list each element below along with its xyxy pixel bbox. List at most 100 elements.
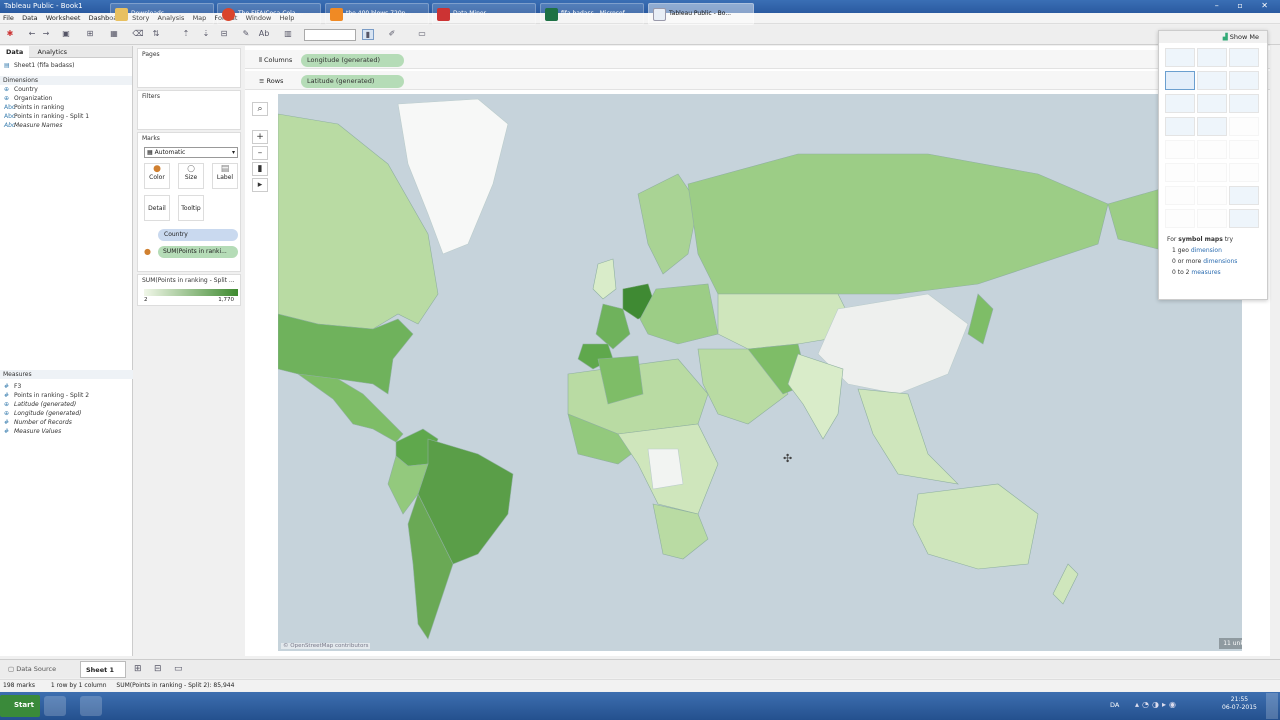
presentation-icon[interactable]: ▮ <box>362 29 374 40</box>
detail-button[interactable]: Detail <box>144 195 170 221</box>
color-button[interactable]: ● Color <box>144 163 170 189</box>
new-worksheet-icon[interactable]: ⊞ <box>134 664 142 674</box>
field-points-split1[interactable]: AbcPoints in ranking - Split 1 <box>0 112 132 121</box>
data-source-item[interactable]: ▤ Sheet1 (fifa badass) <box>0 58 132 73</box>
tray-icons[interactable]: ▴◔◑▸◉ <box>1135 700 1179 709</box>
line-discrete-icon[interactable] <box>1197 140 1227 159</box>
new-datasource-icon[interactable]: ⊞ <box>84 29 96 40</box>
clock[interactable]: 21:55 06-07-2015 <box>1222 696 1257 712</box>
search-icon[interactable]: ⌕ <box>252 102 268 116</box>
media-player-icon[interactable] <box>44 696 66 716</box>
color-legend[interactable]: SUM(Points in ranking - Split ... 2 1,77… <box>137 274 241 306</box>
taskbar-excel[interactable]: fifa badass - Microsof... <box>540 3 644 25</box>
packed-bubbles-icon[interactable] <box>1229 209 1259 228</box>
swap-icon[interactable]: ⇅ <box>150 29 162 40</box>
taskbar-chrome[interactable]: The FIFA/Coca-Cola ... <box>217 3 321 25</box>
longitude-pill[interactable]: Longitude (generated) <box>301 54 404 67</box>
menu-data[interactable]: Data <box>19 13 41 23</box>
field-measure-values[interactable]: # Measure Values <box>0 427 133 436</box>
field-organization[interactable]: ⊕ Organization <box>0 94 132 103</box>
field-country[interactable]: ⊕ Country <box>0 85 132 94</box>
field-number-of-records[interactable]: # Number of Records <box>0 418 133 427</box>
tooltip-button[interactable]: Tooltip <box>178 195 204 221</box>
tableau-logo-icon[interactable]: ✱ <box>4 29 16 40</box>
ie-icon[interactable] <box>80 696 102 716</box>
side-by-side-bar-icon[interactable] <box>1229 94 1259 113</box>
box-plot-icon[interactable] <box>1229 186 1259 205</box>
histogram-icon[interactable] <box>1197 186 1227 205</box>
highlight-icon[interactable]: ✎ <box>240 29 252 40</box>
field-points[interactable]: AbcPoints in ranking <box>0 103 132 112</box>
taskbar-data-miner[interactable]: Data Miner <box>432 3 536 25</box>
map-attribution[interactable]: © OpenStreetMap contributors <box>281 643 371 649</box>
sort-ascending-icon[interactable]: ⇡ <box>180 29 192 40</box>
circle-view-icon[interactable] <box>1197 117 1227 136</box>
tab-analytics[interactable]: Analytics <box>32 46 74 58</box>
area-continuous-icon[interactable] <box>1165 163 1195 182</box>
stacked-bar-icon[interactable] <box>1197 94 1227 113</box>
zoom-out-icon[interactable]: – <box>252 146 268 160</box>
dual-line-icon[interactable] <box>1229 140 1259 159</box>
annotate-icon[interactable]: ✐ <box>386 29 398 40</box>
symbol-map-icon[interactable] <box>1165 71 1195 90</box>
latitude-pill[interactable]: Latitude (generated) <box>301 75 404 88</box>
taskbar-downloads[interactable]: Downloads <box>110 3 214 25</box>
clear-sheet-icon[interactable]: ⌫ <box>132 29 144 40</box>
country-detail-pill[interactable]: Country <box>158 229 238 241</box>
tab-data[interactable]: Data <box>0 46 30 58</box>
field-points-split2[interactable]: # Points in ranking - Split 2 <box>0 391 133 400</box>
filters-shelf[interactable]: Filters <box>137 90 241 130</box>
text-table-icon[interactable] <box>1165 48 1195 67</box>
undo-icon[interactable]: ← <box>26 29 38 40</box>
map-svg[interactable] <box>278 94 1242 651</box>
field-latitude[interactable]: ⊕ Latitude (generated) <box>0 400 133 409</box>
highlight-table-icon[interactable] <box>1229 48 1259 67</box>
pie-chart-icon[interactable] <box>1229 71 1259 90</box>
new-story-icon[interactable]: ▭ <box>174 664 183 674</box>
heat-map-icon[interactable] <box>1197 48 1227 67</box>
start-button[interactable]: Start <box>0 695 40 717</box>
mark-type-dropdown[interactable]: ▦ Automatic ▾ <box>144 147 238 158</box>
field-f3[interactable]: # F3 <box>0 382 133 391</box>
field-measure-names[interactable]: AbcMeasure Names <box>0 121 132 130</box>
treemap-icon[interactable] <box>1165 117 1195 136</box>
rows-shelf[interactable]: ≡ Rows Latitude (generated) <box>245 71 1270 90</box>
bullet-graph-icon[interactable] <box>1197 209 1227 228</box>
taskbar-vlc[interactable]: the 400 blows 720p... <box>325 3 429 25</box>
taskbar-tableau[interactable]: Tableau Public - Bo... <box>648 3 754 25</box>
label-button[interactable]: ▤ Label <box>212 163 238 189</box>
fit-dropdown[interactable] <box>304 29 356 41</box>
sort-descending-icon[interactable]: ⇣ <box>200 29 212 40</box>
gantt-icon[interactable] <box>1165 209 1195 228</box>
side-by-side-circle-icon[interactable] <box>1229 117 1259 136</box>
filled-map-icon[interactable] <box>1197 71 1227 90</box>
sheet-tab-1[interactable]: Sheet 1 <box>80 661 126 678</box>
size-button[interactable]: ○ Size <box>178 163 204 189</box>
line-continuous-icon[interactable] <box>1165 140 1195 159</box>
present-mode-icon[interactable]: ▭ <box>416 29 428 40</box>
pin-icon[interactable]: ▮ <box>252 162 268 176</box>
show-desktop-button[interactable] <box>1266 693 1278 719</box>
columns-shelf[interactable]: ⦀ Columns Longitude (generated) <box>245 50 1270 69</box>
sum-points-color-pill[interactable]: SUM(Points in ranki... <box>158 246 238 258</box>
language-indicator[interactable]: DA <box>1110 701 1119 709</box>
zoom-in-icon[interactable]: + <box>252 130 268 144</box>
window-controls[interactable]: – ▫ ✕ <box>1215 1 1276 10</box>
scatter-plot-icon[interactable] <box>1165 186 1195 205</box>
new-sheet-icon[interactable]: ▦ <box>108 29 120 40</box>
horizontal-bar-icon[interactable] <box>1165 94 1195 113</box>
play-icon[interactable]: ▸ <box>252 178 268 192</box>
menu-file[interactable]: File <box>0 13 17 23</box>
label-abc-icon[interactable]: Ab <box>258 29 270 40</box>
chart-type-icon[interactable]: ▥ <box>282 29 294 40</box>
save-icon[interactable]: ▣ <box>60 29 72 40</box>
group-icon[interactable]: ⊟ <box>218 29 230 40</box>
data-source-tab[interactable]: ▢ Data Source <box>4 663 60 676</box>
pages-shelf[interactable]: Pages <box>137 48 241 88</box>
area-discrete-icon[interactable] <box>1197 163 1227 182</box>
show-me-header[interactable]: ▟ Show Me <box>1159 31 1267 43</box>
field-longitude[interactable]: ⊕ Longitude (generated) <box>0 409 133 418</box>
menu-worksheet[interactable]: Worksheet <box>43 13 84 23</box>
dual-combination-icon[interactable] <box>1229 163 1259 182</box>
unknown-badge[interactable]: 11 unknown <box>1219 638 1242 649</box>
